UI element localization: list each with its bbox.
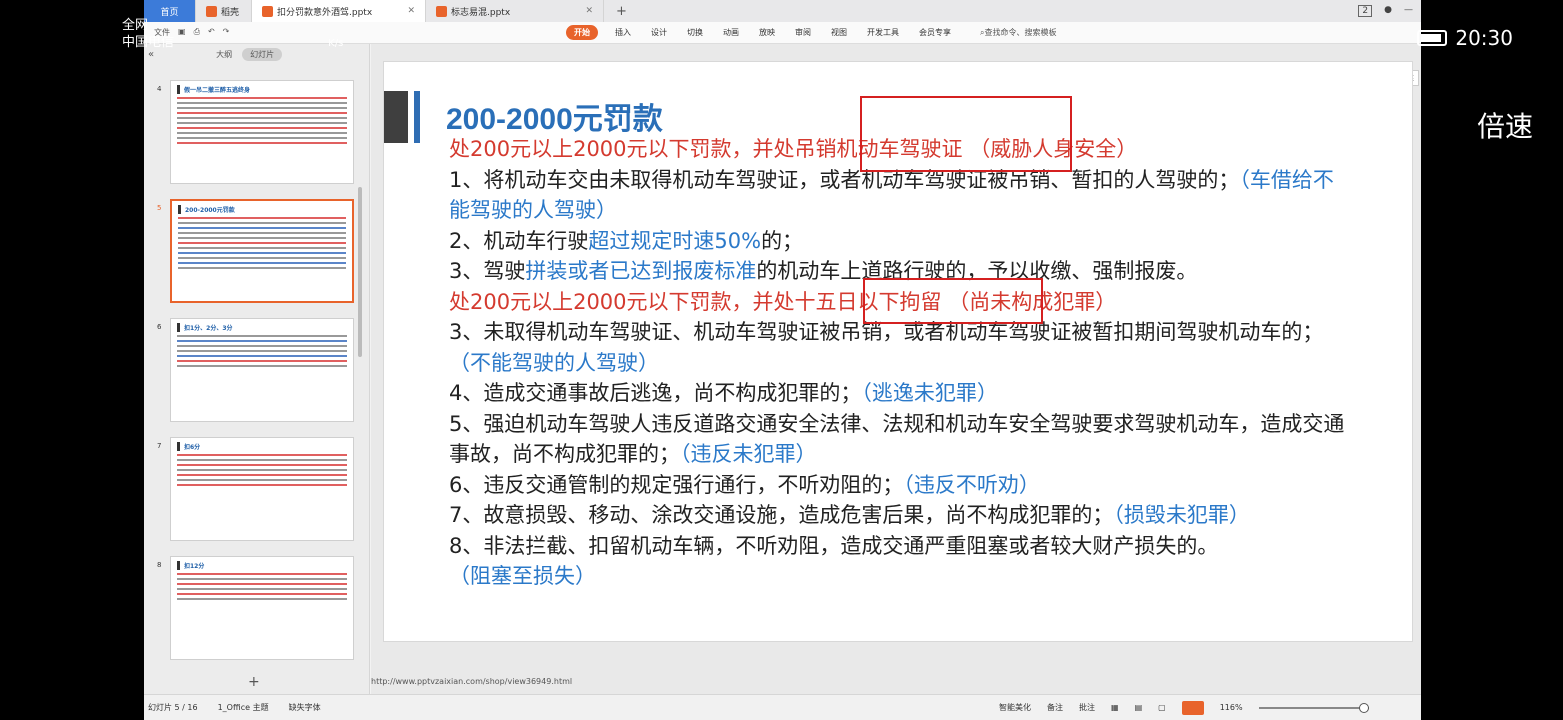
menu-member[interactable]: 会员专享 <box>916 25 954 40</box>
menu-animation[interactable]: 动画 <box>720 25 742 40</box>
title-accent-bar <box>384 91 408 143</box>
window-controls: 2 ● — <box>1358 5 1421 17</box>
playback-speed-button[interactable]: 倍速 <box>1477 105 1533 145</box>
close-icon[interactable]: ✕ <box>585 6 593 16</box>
source-url: http://www.pptvzaixian.com/shop/view3694… <box>371 677 573 686</box>
command-search[interactable]: ⌕查找命令、搜索模板 <box>980 27 1056 38</box>
item-8: 8、非法拦截、扣留机动车辆，不听劝阻，造成交通严重阻塞或者较大财产损失的。（阻塞… <box>449 533 1219 589</box>
annotation-box <box>863 278 1043 324</box>
pptx-icon <box>436 5 447 17</box>
battery-icon <box>1417 30 1448 46</box>
menu-developer[interactable]: 开发工具 <box>864 25 902 40</box>
carrier-info: 全网 中国电信 K/s <box>122 18 344 50</box>
avatar[interactable]: ● <box>1384 5 1392 17</box>
phone-screen: 首页 稻壳 扣分罚款意外酒驾.pptx ✕ 标志易混.pptx ✕ + 2 ● — … <box>0 0 1563 720</box>
slide-thumb[interactable]: 8 扣12分 <box>144 556 370 664</box>
wps-presentation-window: 首页 稻壳 扣分罚款意外酒驾.pptx ✕ 标志易混.pptx ✕ + 2 ● — … <box>144 0 1421 720</box>
normal-view-icon[interactable]: ▦ <box>1111 703 1119 712</box>
docer-icon <box>206 5 217 17</box>
slide-canvas-area: 对象属性 200-2000元罚款 处200元以上2000元以下罚款，并处吊销机动… <box>371 44 1421 694</box>
new-tab-button[interactable]: + <box>604 4 639 19</box>
item-3b: 3、未取得机动车驾驶证、机动车驾驶证被吊销，或者机动车驾驶证被暂扣期间驾驶机动车… <box>449 320 1324 375</box>
menu-transition[interactable]: 切换 <box>684 25 706 40</box>
play-slideshow-button[interactable] <box>1181 700 1204 715</box>
missing-font-button[interactable]: 缺失字体 <box>289 702 321 713</box>
thumb-scrollbar[interactable] <box>358 187 362 357</box>
minimize-icon[interactable]: — <box>1404 5 1413 17</box>
item-4: 4、造成交通事故后逃逸，尚不构成犯罪的；（逃逸未犯罪） <box>449 381 998 405</box>
menu-review[interactable]: 审阅 <box>792 25 814 40</box>
zoom-level[interactable]: 116% <box>1220 703 1243 712</box>
slide-thumb[interactable]: 7 扣6分 <box>144 437 370 545</box>
menu-slideshow[interactable]: 放映 <box>756 25 778 40</box>
slide-body-text: 处200元以上2000元以下罚款，并处吊销机动车驾驶证 （威胁人身安全） 1、将… <box>449 134 1349 592</box>
slide-position: 幻灯片 5 / 16 <box>148 703 198 712</box>
status-bar: 幻灯片 5 / 16 1_Office 主题 缺失字体 智能美化 备注 批注 ▦… <box>144 694 1421 720</box>
current-slide[interactable]: 200-2000元罚款 处200元以上2000元以下罚款，并处吊销机动车驾驶证 … <box>383 61 1413 642</box>
item-1: 1、将机动车交由未取得机动车驾驶证，或者机动车驾驶证被吊销、暂扣的人驾驶的；（车… <box>449 167 1334 223</box>
menu-insert[interactable]: 插入 <box>612 25 634 40</box>
item-2: 2、机动车行驶超过规定时速50%的； <box>449 228 804 253</box>
menu-design[interactable]: 设计 <box>648 25 670 40</box>
item-5: 5、强迫机动车驾驶人违反道路交通安全法律、法规和机动车安全驾驶要求驾驶机动车，造… <box>449 411 1345 467</box>
slide-thumb-selected[interactable]: 5 200-2000元罚款 <box>144 199 370 307</box>
comment-button[interactable]: 批注 <box>1079 702 1095 713</box>
slide-thumbnail-panel: « 大纲 幻灯片 4 假一吊二撤三醉五逃终身 5 200-2000元罚款 6 扣… <box>144 44 370 694</box>
title-accent-bar <box>414 91 420 143</box>
slide-thumb[interactable]: 6 扣1分、2分、3分 <box>144 318 370 426</box>
clock: 20:30 <box>1455 26 1513 50</box>
ribbon-menus: 开始 插入 设计 切换 动画 放映 审阅 视图 开发工具 会员专享 ⌕查找命令、… <box>566 25 1056 40</box>
reading-view-icon[interactable]: ▢ <box>1158 703 1166 712</box>
annotation-box <box>860 96 1072 172</box>
slide-title: 200-2000元罚款 <box>446 103 663 136</box>
menu-start[interactable]: 开始 <box>566 25 598 40</box>
zoom-slider[interactable] <box>1258 702 1369 713</box>
add-slide-button[interactable]: + <box>248 674 260 690</box>
menu-view[interactable]: 视图 <box>828 25 850 40</box>
slide-thumb[interactable]: 4 假一吊二撤三醉五逃终身 <box>144 80 370 188</box>
item-7: 7、故意损毁、移动、涂改交通设施，造成危害后果，尚不构成犯罪的；（损毁未犯罪） <box>449 503 1250 527</box>
phone-status: 20:30 <box>1417 26 1513 50</box>
notes-button[interactable]: 备注 <box>1047 702 1063 713</box>
theme-name: 1_Office 主题 <box>217 703 269 712</box>
close-icon[interactable]: ✕ <box>407 6 415 16</box>
smart-beautify-button[interactable]: 智能美化 <box>999 702 1031 713</box>
sorter-view-icon[interactable]: ▤ <box>1135 703 1143 712</box>
page-count-badge: 2 <box>1358 5 1373 17</box>
tab-second-pptx[interactable]: 标志易混.pptx ✕ <box>426 0 604 22</box>
item-6: 6、违反交通管制的规定强行通行，不听劝阻的；（违反不听劝） <box>449 472 1040 497</box>
pptx-icon <box>262 5 273 17</box>
